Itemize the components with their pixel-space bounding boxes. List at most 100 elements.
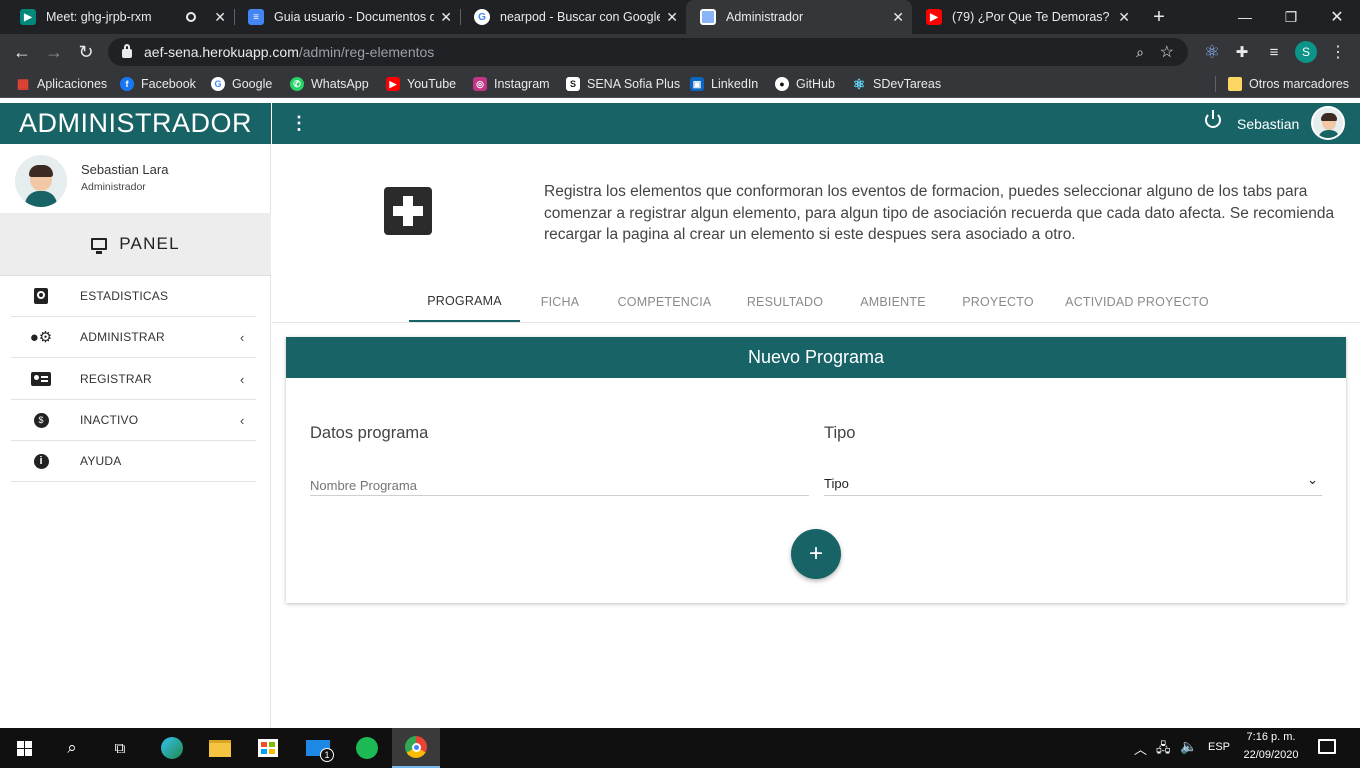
sidebar-item-ayuda[interactable]: i AYUDA <box>11 441 256 482</box>
tab-title: Guia usuario - Documentos de <box>274 10 435 24</box>
nombre-programa-input[interactable] <box>310 476 809 496</box>
tab-ficha[interactable]: FICHA <box>530 282 590 322</box>
bookmark-facebook[interactable]: f Facebook <box>120 70 196 98</box>
tab-title: Meet: ghg-jrpb-rxm <box>46 10 152 24</box>
sidebar-item-estadisticas[interactable]: ESTADISTICAS <box>11 276 256 317</box>
windows-start-icon[interactable] <box>0 728 48 768</box>
sidebar-item-registrar[interactable]: REGISTRAR ‹ <box>11 359 256 400</box>
chevron-down-icon: ⌄ <box>1307 472 1318 487</box>
bookmark-apps[interactable]: ▦ Aplicaciones <box>16 70 107 98</box>
forward-icon[interactable]: → <box>38 34 70 70</box>
browser-tab-google[interactable]: G nearpod - Buscar con Google ✕ <box>460 0 686 34</box>
apps-grid-icon: ▦ <box>16 76 30 91</box>
monitor-icon <box>91 238 108 254</box>
tab-resultado[interactable]: RESULTADO <box>738 282 832 322</box>
browser-tab-meet[interactable]: ▶ Meet: ghg-jrpb-rxm ✕ <box>6 0 234 34</box>
store-icon[interactable] <box>244 728 292 768</box>
bookmark-sena[interactable]: S SENA Sofia Plus <box>566 70 680 98</box>
bookmark-other[interactable]: Otros marcadores <box>1228 70 1349 98</box>
browser-tab-docs[interactable]: ≡ Guia usuario - Documentos de ✕ <box>234 0 460 34</box>
profile-name: Sebastian Lara <box>81 162 169 177</box>
reload-icon[interactable]: ↻ <box>70 34 102 70</box>
language-indicator[interactable]: ESP <box>1208 741 1230 753</box>
edge-icon[interactable] <box>148 728 196 768</box>
tab-competencia[interactable]: COMPETENCIA <box>606 282 723 322</box>
bookmarks-bar: ▦ Aplicaciones f Facebook G Google ✆ WhatsAp… <box>0 70 1360 98</box>
bookmark-github[interactable]: ● GitHub <box>775 70 835 98</box>
lock-icon <box>122 44 132 58</box>
extensions-icon[interactable]: ✚ <box>1226 34 1258 70</box>
add-programa-button[interactable]: + <box>791 529 841 579</box>
back-icon[interactable]: ← <box>6 34 38 70</box>
panel-button[interactable]: PANEL <box>0 213 271 276</box>
network-icon[interactable]: 🖧 <box>1156 739 1171 761</box>
datos-programa-heading: Datos programa <box>310 424 429 442</box>
minimize-icon[interactable]: — <box>1222 0 1268 34</box>
chrome-taskbar-icon[interactable] <box>392 728 440 768</box>
statistics-icon <box>11 288 71 304</box>
sidebar-item-administrar[interactable]: ●⚙ ADMINISTRAR ‹ <box>11 317 256 358</box>
search-icon[interactable]: ⌕ <box>48 728 96 768</box>
bookmark-google[interactable]: G Google <box>211 70 272 98</box>
kebab-menu-icon[interactable]: ⋮ <box>290 113 308 134</box>
react-devtools-icon[interactable]: ⚛ <box>1196 34 1228 70</box>
github-icon: ● <box>775 77 789 91</box>
clock-date[interactable]: 22/09/2020 <box>1238 749 1304 761</box>
new-tab-button[interactable]: + <box>1136 0 1182 34</box>
profile-avatar[interactable]: S <box>1295 41 1317 63</box>
media-control-icon[interactable]: ≡ <box>1258 34 1290 70</box>
bookmark-instagram[interactable]: ◎ Instagram <box>473 70 550 98</box>
notifications-icon[interactable] <box>1318 739 1336 754</box>
tab-ambiente[interactable]: AMBIENTE <box>849 282 937 322</box>
google-icon: G <box>474 9 490 25</box>
tab-proyecto[interactable]: PROYECTO <box>952 282 1044 322</box>
header-username[interactable]: Sebastian <box>1237 116 1299 132</box>
task-view-icon[interactable]: ⧉ <box>96 728 144 768</box>
mail-icon[interactable]: 1 <box>294 728 342 768</box>
zoom-search-icon[interactable]: ⌕ <box>1136 44 1144 61</box>
spotify-icon[interactable] <box>343 728 391 768</box>
bookmark-linkedin[interactable]: ▣ LinkedIn <box>690 70 758 98</box>
tab-title: Administrador <box>726 10 804 24</box>
close-icon[interactable]: ✕ <box>666 9 678 26</box>
tipo-select[interactable]: Tipo ⌄ <box>824 472 1322 496</box>
close-icon[interactable]: ✕ <box>892 9 904 26</box>
power-icon[interactable] <box>1205 110 1221 128</box>
tab-title: (79) ¿Por Que Te Demoras? - Y <box>952 10 1113 24</box>
bookmark-sdevtareas[interactable]: ⚛ SDevTareas <box>852 70 941 98</box>
bookmark-star-icon[interactable]: ☆ <box>1160 42 1174 62</box>
header-avatar[interactable] <box>1311 106 1345 140</box>
bookmark-label: LinkedIn <box>711 77 759 91</box>
url-path: /admin/reg-elementos <box>298 44 435 60</box>
close-icon[interactable]: ✕ <box>440 9 452 26</box>
close-icon[interactable]: ✕ <box>214 9 226 26</box>
windows-taskbar: ⌕ ⧉ 1 ︿ 🖧 🔈 ESP 7:16 p. m. 22/09/2020 <box>0 728 1360 768</box>
bookmark-label: YouTube <box>407 77 457 91</box>
tab-programa[interactable]: PROGRAMA <box>409 282 520 322</box>
address-bar[interactable]: aef-sena.herokuapp.com/admin/reg-element… <box>108 38 1188 66</box>
tab-actividad-proyecto[interactable]: ACTIVIDAD PROYECTO <box>1060 282 1214 322</box>
show-hidden-icons-icon[interactable]: ︿ <box>1134 739 1147 758</box>
youtube-icon: ▶ <box>926 9 942 25</box>
chrome-menu-icon[interactable]: ⋮ <box>1322 34 1354 70</box>
bookmark-whatsapp[interactable]: ✆ WhatsApp <box>290 70 369 98</box>
clock-time[interactable]: 7:16 p. m. <box>1238 731 1304 743</box>
tab-title: nearpod - Buscar con Google <box>500 10 661 24</box>
sidebar: Sebastian Lara Administrador PANEL ESTAD… <box>0 144 271 728</box>
chevron-left-icon: ‹ <box>240 371 245 387</box>
browser-tab-youtube[interactable]: ▶ (79) ¿Por Que Te Demoras? - Y ✕ <box>912 0 1138 34</box>
sidebar-item-inactivo[interactable]: $ INACTIVO ‹ <box>11 400 256 441</box>
bookmark-label: GitHub <box>796 77 835 91</box>
window-close-icon[interactable]: ✕ <box>1314 0 1360 34</box>
facebook-icon: f <box>120 77 134 91</box>
close-icon[interactable]: ✕ <box>1118 9 1130 26</box>
plus-icon: + <box>808 540 823 567</box>
react-icon: ⚛ <box>852 75 866 92</box>
browser-tab-administrador[interactable]: Administrador ✕ <box>686 0 912 34</box>
add-square-icon <box>384 187 432 235</box>
panel-label: PANEL <box>119 234 180 253</box>
bookmark-youtube[interactable]: ▶ YouTube <box>386 70 456 98</box>
file-explorer-icon[interactable] <box>196 728 244 768</box>
restore-icon[interactable]: ❐ <box>1268 0 1314 34</box>
volume-icon[interactable]: 🔈 <box>1180 738 1197 755</box>
